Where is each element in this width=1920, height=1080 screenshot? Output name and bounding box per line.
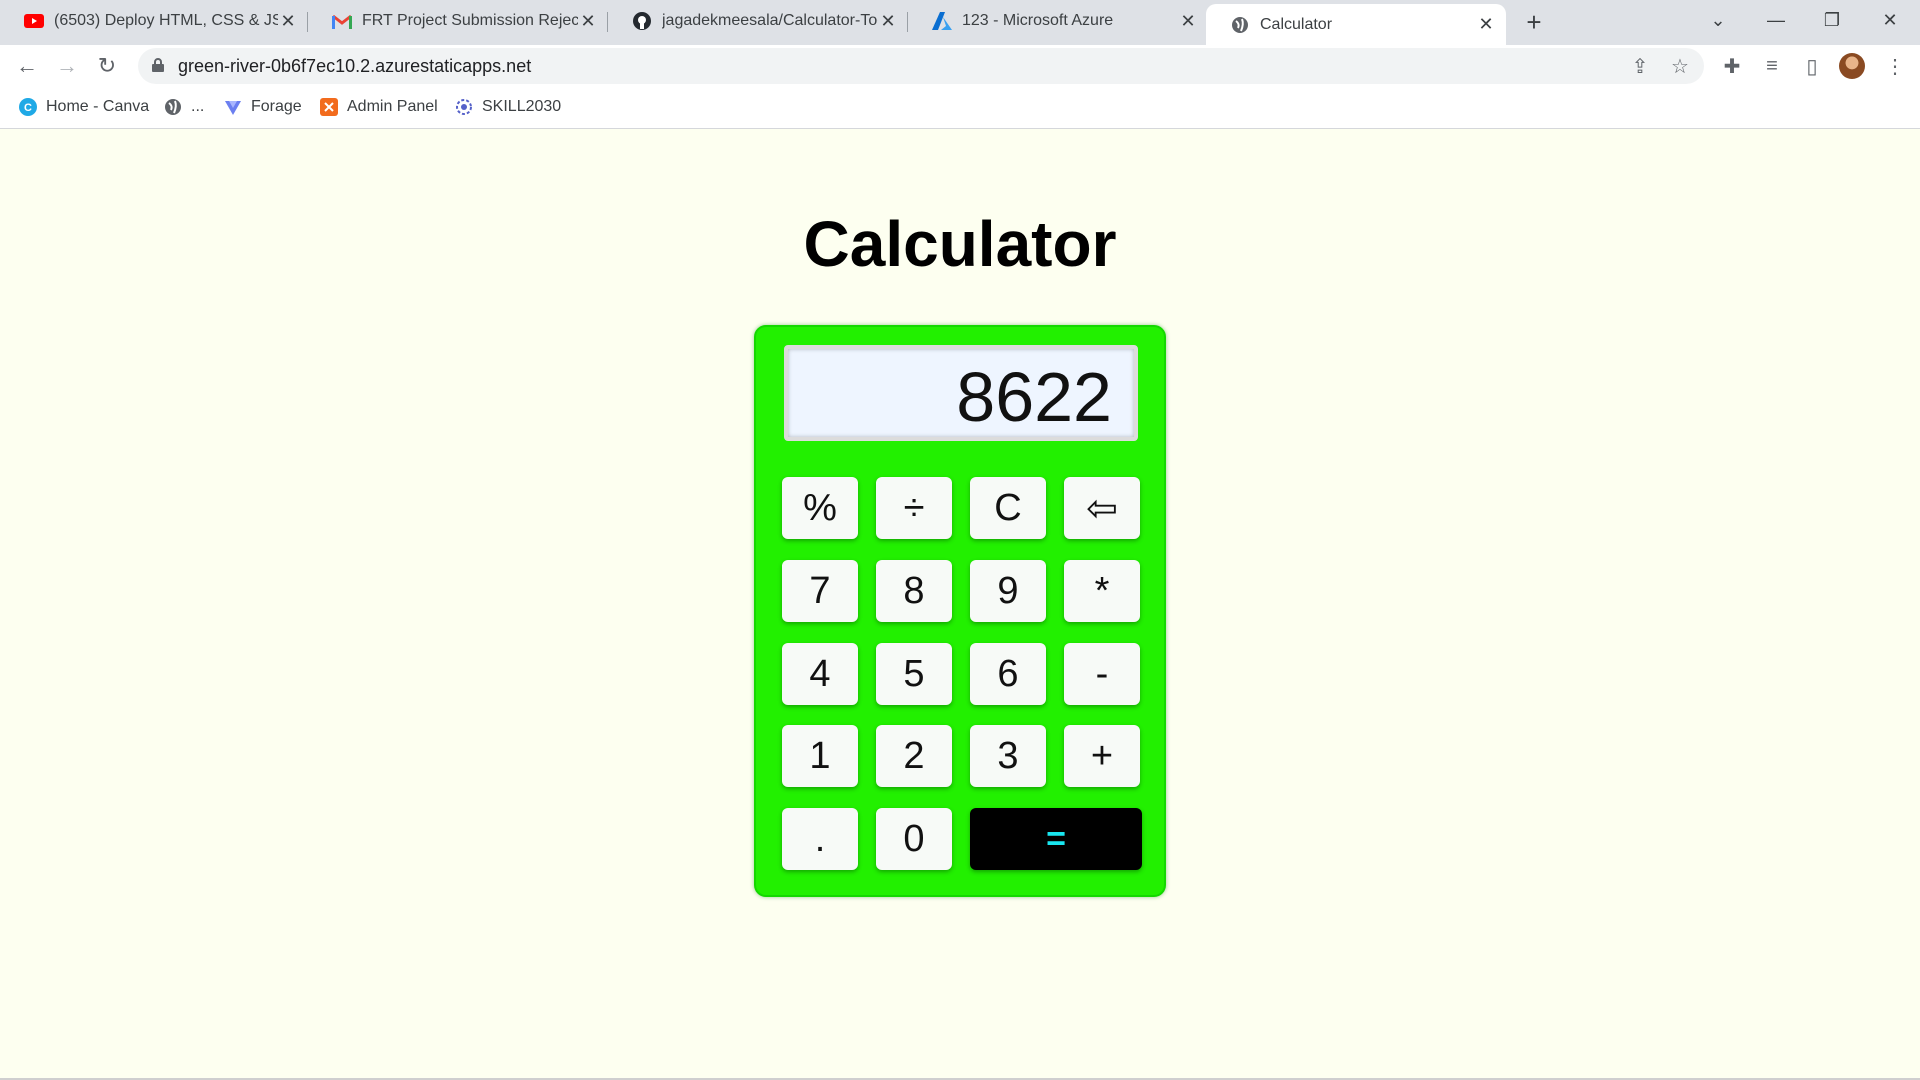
tab-title: 123 - Microsoft Azure bbox=[962, 12, 1114, 29]
bookmark-label: ... bbox=[191, 98, 205, 115]
divide-button[interactable]: ÷ bbox=[876, 477, 952, 539]
clear-button[interactable]: C bbox=[970, 477, 1046, 539]
admin-panel-icon bbox=[319, 97, 339, 117]
tab-github[interactable]: jagadekmeesala/Calculator-Tool: ✕ bbox=[608, 0, 908, 42]
bookmark-admin-panel[interactable]: Admin Panel bbox=[319, 97, 438, 117]
youtube-icon bbox=[24, 11, 44, 31]
forage-icon bbox=[223, 97, 243, 117]
page-content: Calculator 8622 % ÷ C ⇦ 7 8 9 * 4 5 6 - … bbox=[0, 129, 1920, 1080]
svg-text:C: C bbox=[24, 102, 32, 114]
close-tab-icon[interactable]: ✕ bbox=[578, 11, 598, 31]
bookmarks-bar: C Home - Canva ... Forage Admin Panel SK… bbox=[0, 87, 1920, 129]
decimal-point-button[interactable]: . bbox=[782, 808, 858, 870]
bookmark-label: Admin Panel bbox=[347, 98, 438, 115]
bookmark-label: Home - Canva bbox=[46, 98, 150, 115]
digit-1-button[interactable]: 1 bbox=[782, 725, 858, 787]
tab-title: Calculator bbox=[1260, 15, 1333, 33]
close-tab-icon[interactable]: ✕ bbox=[878, 11, 898, 31]
azure-icon bbox=[932, 11, 952, 31]
digit-9-button[interactable]: 9 bbox=[970, 560, 1046, 622]
share-icon[interactable]: ⇪ bbox=[1628, 54, 1652, 78]
bookmark-skill2030[interactable]: SKILL2030 bbox=[454, 97, 561, 117]
digit-4-button[interactable]: 4 bbox=[782, 643, 858, 705]
globe-icon bbox=[1230, 15, 1250, 35]
github-icon bbox=[632, 11, 652, 31]
bookmark-label: Forage bbox=[251, 98, 302, 115]
skill-icon bbox=[454, 97, 474, 117]
tab-search-chevron-icon[interactable]: ⌄ bbox=[1690, 0, 1746, 40]
minimize-button[interactable]: — bbox=[1748, 0, 1804, 40]
equals-button[interactable]: = bbox=[970, 808, 1142, 870]
digit-0-button[interactable]: 0 bbox=[876, 808, 952, 870]
bookmark-unnamed[interactable]: ... bbox=[163, 97, 204, 117]
bookmark-home-canva[interactable]: C Home - Canva bbox=[18, 97, 149, 117]
bookmark-star-icon[interactable]: ☆ bbox=[1668, 54, 1692, 78]
tab-azure[interactable]: 123 - Microsoft Azure ✕ bbox=[908, 0, 1208, 42]
tab-strip: (6503) Deploy HTML, CSS & JS W ✕ FRT Pro… bbox=[0, 0, 1920, 45]
new-tab-button[interactable]: + bbox=[1518, 6, 1550, 38]
side-panel-icon[interactable]: ▯ bbox=[1797, 51, 1827, 81]
url-text: green-river-0b6f7ec10.2.azurestaticapps.… bbox=[178, 56, 532, 76]
minus-button[interactable]: - bbox=[1064, 643, 1140, 705]
back-arrow-icon[interactable]: ← bbox=[10, 49, 44, 83]
close-tab-icon[interactable]: ✕ bbox=[1476, 14, 1496, 35]
close-tab-icon[interactable]: ✕ bbox=[1178, 11, 1198, 31]
digit-8-button[interactable]: 8 bbox=[876, 560, 952, 622]
digit-7-button[interactable]: 7 bbox=[782, 560, 858, 622]
digit-5-button[interactable]: 5 bbox=[876, 643, 952, 705]
tab-title: FRT Project Submission Rejection bbox=[362, 12, 578, 29]
tab-title: jagadekmeesala/Calculator-Tool: bbox=[662, 12, 878, 29]
tab-youtube[interactable]: (6503) Deploy HTML, CSS & JS W ✕ bbox=[0, 0, 308, 42]
close-window-button[interactable]: ✕ bbox=[1862, 0, 1918, 40]
forward-arrow-icon[interactable]: → bbox=[50, 49, 84, 83]
address-bar[interactable]: green-river-0b6f7ec10.2.azurestaticapps.… bbox=[138, 48, 1704, 84]
page-title: Calculator bbox=[803, 208, 1117, 280]
calculator-display: 8622 bbox=[784, 345, 1138, 441]
multiply-button[interactable]: * bbox=[1064, 560, 1140, 622]
canva-icon: C bbox=[18, 97, 38, 117]
lock-icon bbox=[152, 58, 164, 72]
digit-6-button[interactable]: 6 bbox=[970, 643, 1046, 705]
backspace-button[interactable]: ⇦ bbox=[1064, 477, 1140, 539]
extensions-puzzle-icon[interactable]: ✚ bbox=[1717, 51, 1747, 81]
more-menu-icon[interactable]: ⋮ bbox=[1880, 51, 1910, 81]
close-tab-icon[interactable]: ✕ bbox=[278, 11, 298, 31]
plus-button[interactable]: + bbox=[1064, 725, 1140, 787]
globe-icon bbox=[163, 97, 183, 117]
percent-button[interactable]: % bbox=[782, 477, 858, 539]
tab-gmail[interactable]: FRT Project Submission Rejection ✕ bbox=[308, 0, 608, 42]
restore-button[interactable]: ❐ bbox=[1804, 0, 1860, 40]
browser-toolbar: ← → ↻ green-river-0b6f7ec10.2.azurestati… bbox=[0, 45, 1920, 87]
reload-icon[interactable]: ↻ bbox=[90, 49, 124, 83]
digit-2-button[interactable]: 2 bbox=[876, 725, 952, 787]
bookmark-label: SKILL2030 bbox=[482, 98, 562, 115]
avatar[interactable] bbox=[1839, 53, 1865, 79]
tab-title: (6503) Deploy HTML, CSS & JS W bbox=[54, 12, 278, 29]
tab-calculator[interactable]: Calculator ✕ bbox=[1206, 4, 1506, 45]
media-playlist-icon[interactable]: ≡ bbox=[1757, 51, 1787, 81]
digit-3-button[interactable]: 3 bbox=[970, 725, 1046, 787]
calculator-body: 8622 % ÷ C ⇦ 7 8 9 * 4 5 6 - 1 2 3 + . 0… bbox=[754, 325, 1166, 897]
gmail-icon bbox=[332, 11, 352, 31]
bookmark-forage[interactable]: Forage bbox=[223, 97, 302, 117]
